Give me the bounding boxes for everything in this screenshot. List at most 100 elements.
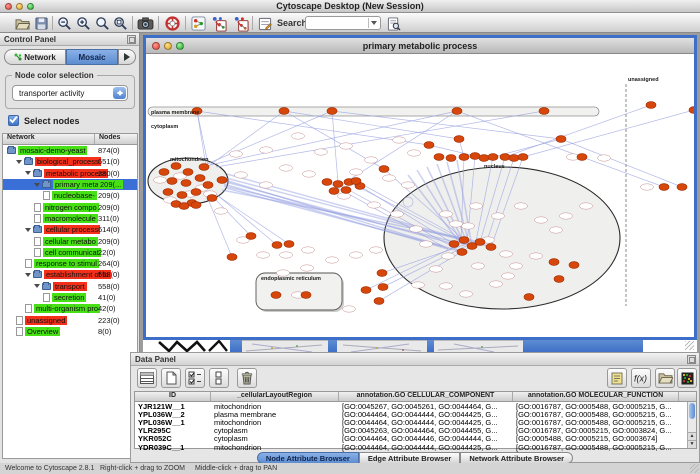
float-panel-icon[interactable] bbox=[687, 355, 696, 364]
zoom-in-icon[interactable] bbox=[75, 15, 92, 32]
network-node-label[interactable] bbox=[442, 253, 455, 259]
network-node-label[interactable] bbox=[383, 175, 396, 181]
annotations-icon[interactable] bbox=[256, 15, 273, 32]
network-node-label[interactable] bbox=[598, 155, 611, 161]
network-node[interactable] bbox=[181, 180, 191, 187]
network-node[interactable] bbox=[279, 108, 289, 115]
network-node[interactable] bbox=[475, 239, 485, 246]
network-node-label[interactable] bbox=[500, 251, 513, 257]
column-header-id[interactable]: ID bbox=[135, 392, 211, 401]
network-node[interactable] bbox=[171, 163, 181, 170]
help-lifering-icon[interactable] bbox=[164, 15, 181, 32]
network-node[interactable] bbox=[518, 154, 528, 161]
network-node[interactable] bbox=[177, 192, 187, 199]
network-node[interactable] bbox=[374, 298, 384, 305]
save-session-icon[interactable] bbox=[33, 15, 50, 32]
network-node-label[interactable] bbox=[292, 133, 305, 139]
network-node-label[interactable] bbox=[257, 252, 270, 258]
network-node-label[interactable] bbox=[350, 169, 363, 175]
network-node[interactable] bbox=[333, 181, 343, 188]
enhanced-search-icon[interactable] bbox=[385, 15, 402, 32]
network-node-label[interactable] bbox=[370, 247, 383, 253]
zoom-selected-icon[interactable] bbox=[94, 15, 111, 32]
open-session-icon[interactable] bbox=[14, 15, 31, 32]
select-attributes-icon[interactable] bbox=[185, 368, 205, 388]
network-node-label[interactable] bbox=[472, 263, 485, 269]
network-node-label[interactable] bbox=[280, 252, 293, 258]
network-node-label[interactable] bbox=[260, 182, 273, 188]
tree-row[interactable]: unassigned223(0) bbox=[3, 314, 137, 325]
tree-row[interactable]: cellular metabo209(0) bbox=[3, 235, 137, 246]
network-node[interactable] bbox=[199, 164, 209, 171]
tree-row[interactable]: secretion41(0) bbox=[3, 292, 137, 303]
import-attributes-icon[interactable] bbox=[655, 368, 675, 388]
tree-row[interactable]: nitrogen compo209(0) bbox=[3, 201, 137, 212]
network-node-label[interactable] bbox=[350, 252, 363, 258]
network-node[interactable] bbox=[500, 154, 510, 161]
network-node[interactable] bbox=[659, 184, 669, 191]
expand-triangle-icon[interactable] bbox=[25, 228, 31, 235]
network-node[interactable] bbox=[271, 292, 281, 299]
network-node-label[interactable] bbox=[450, 221, 463, 227]
expand-triangle-icon[interactable] bbox=[34, 183, 40, 190]
layout-tool-b-icon[interactable] bbox=[232, 15, 249, 32]
network-node-label[interactable] bbox=[412, 282, 425, 288]
network-node[interactable] bbox=[167, 178, 177, 185]
network-node-label[interactable] bbox=[440, 283, 453, 289]
network-node-label[interactable] bbox=[535, 217, 548, 223]
zoom-fit-icon[interactable] bbox=[112, 15, 129, 32]
attribute-matrix-icon[interactable] bbox=[677, 368, 697, 388]
network-node[interactable] bbox=[577, 154, 587, 161]
tree-row[interactable]: primary metabo209(... bbox=[3, 179, 137, 190]
network-manager-icon[interactable] bbox=[190, 15, 207, 32]
network-node-label[interactable] bbox=[550, 227, 563, 233]
network-node[interactable] bbox=[488, 154, 498, 161]
network-node-label[interactable] bbox=[343, 306, 356, 312]
network-node[interactable] bbox=[377, 270, 387, 277]
attribute-table-icon[interactable] bbox=[137, 368, 157, 388]
network-node[interactable] bbox=[424, 142, 434, 149]
table-row[interactable]: YDR039C__1mitochondrion[GO:0044464, GO:0… bbox=[135, 443, 696, 451]
network-node-label[interactable] bbox=[215, 208, 228, 214]
scrollbar-thumb[interactable] bbox=[689, 403, 695, 419]
attribute-notes-icon[interactable] bbox=[607, 368, 627, 388]
network-node-label[interactable] bbox=[260, 147, 273, 153]
network-node-label[interactable] bbox=[490, 281, 503, 287]
network-node-label[interactable] bbox=[301, 265, 314, 271]
network-node[interactable] bbox=[284, 241, 294, 248]
network-node[interactable] bbox=[459, 154, 469, 161]
network-node[interactable] bbox=[449, 241, 459, 248]
float-panel-icon[interactable] bbox=[127, 35, 136, 44]
network-node[interactable] bbox=[539, 108, 549, 115]
network-node-label[interactable] bbox=[470, 203, 483, 209]
network-node-label[interactable] bbox=[408, 150, 421, 156]
table-cell[interactable]: [GO:0044464, GO:0044444, GO:0044425, G..… bbox=[339, 443, 513, 452]
new-attribute-icon[interactable] bbox=[161, 368, 181, 388]
network-node[interactable] bbox=[217, 177, 227, 184]
network-node[interactable] bbox=[459, 237, 469, 244]
network-node-label[interactable] bbox=[420, 241, 433, 247]
network-node[interactable] bbox=[246, 233, 256, 240]
network-node[interactable] bbox=[351, 178, 361, 185]
network-node[interactable] bbox=[509, 155, 519, 162]
network-node-label[interactable] bbox=[365, 157, 378, 163]
network-node-label[interactable] bbox=[410, 226, 423, 232]
tab-overflow-arrow[interactable] bbox=[118, 49, 136, 65]
background-window-fragment[interactable] bbox=[230, 340, 242, 352]
resize-grip-icon[interactable] bbox=[685, 341, 694, 350]
network-node[interactable] bbox=[183, 169, 193, 176]
scroll-up-icon[interactable]: ▲ bbox=[688, 432, 696, 440]
tree-header-nodes[interactable]: Nodes bbox=[95, 134, 137, 144]
select-nodes-checkbox[interactable] bbox=[8, 115, 19, 126]
network-node-label[interactable] bbox=[515, 203, 528, 209]
delete-attribute-trash-icon[interactable] bbox=[237, 368, 257, 388]
network-node[interactable] bbox=[569, 262, 579, 269]
network-node[interactable] bbox=[454, 136, 464, 143]
expand-triangle-icon[interactable] bbox=[16, 160, 22, 167]
network-node[interactable] bbox=[272, 242, 282, 249]
tree-row[interactable]: multi-organism pro42(0) bbox=[3, 303, 137, 314]
tree-row[interactable]: macromolecule311(0) bbox=[3, 213, 137, 224]
network-edge[interactable] bbox=[349, 111, 457, 180]
network-node-label[interactable] bbox=[338, 193, 351, 199]
network-node[interactable] bbox=[689, 107, 694, 114]
